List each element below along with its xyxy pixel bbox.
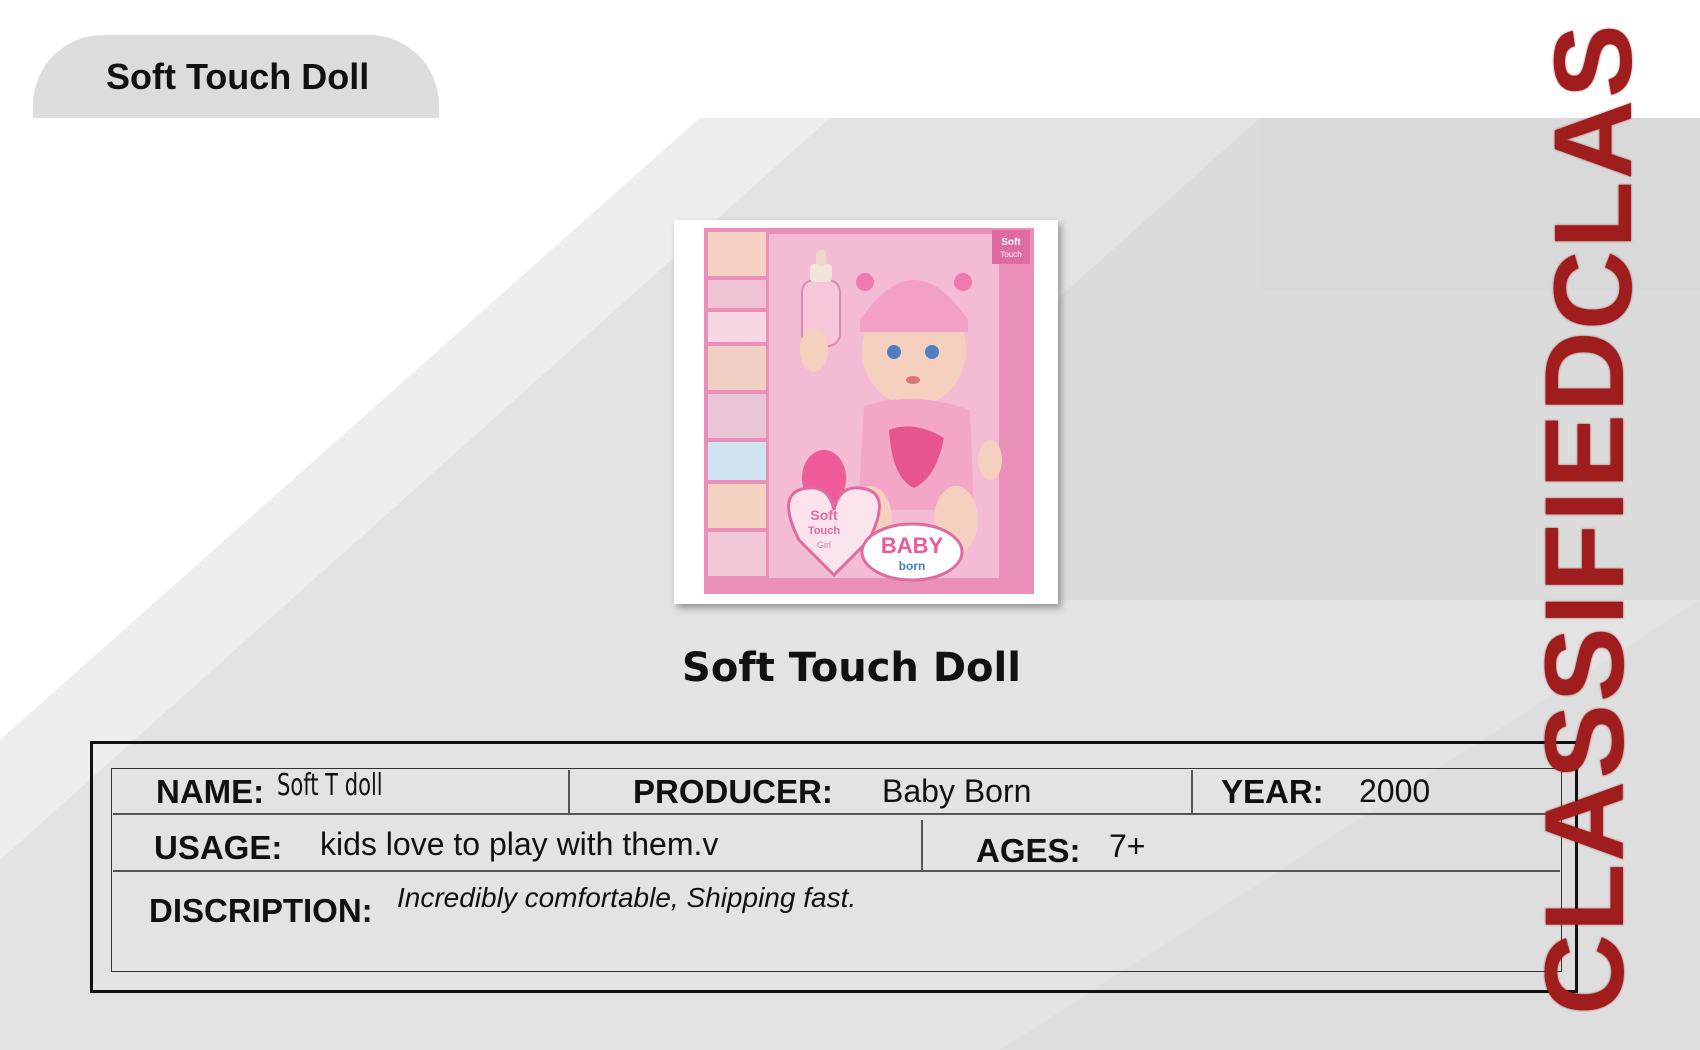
heart-badge-line1: Soft xyxy=(810,507,838,523)
col-divider-producer-year xyxy=(1191,770,1193,813)
col-divider-usage-ages xyxy=(921,820,923,870)
producer-value: Baby Born xyxy=(882,773,1032,809)
logo-line1: BABY xyxy=(881,533,944,558)
ages-value: 7+ xyxy=(1109,828,1146,864)
row-divider-1 xyxy=(113,813,1560,815)
logo-line2: born xyxy=(899,559,926,573)
usage-label: USAGE: xyxy=(154,829,283,866)
ages-label: AGES: xyxy=(976,832,1081,869)
baby-born-logo: BABY born xyxy=(860,522,964,582)
heart-badge-line3: Girl xyxy=(817,540,831,550)
corner-badge-line1: Soft xyxy=(1001,237,1021,248)
name-label: NAME: xyxy=(156,773,265,810)
side-photo-strip xyxy=(708,232,766,576)
corner-badge-line2: Touch xyxy=(1000,250,1021,259)
producer-label: PRODUCER: xyxy=(633,773,833,810)
header-tab-title: Soft Touch Doll xyxy=(106,56,370,97)
product-caption: Soft Touch Doll xyxy=(682,645,1021,691)
classified-stamp: CLASSIFIED xyxy=(1522,329,1647,1015)
product-image: Soft Touch Soft Touch Girl BABY born xyxy=(674,220,1058,604)
col-divider-name-producer xyxy=(568,770,570,813)
row-divider-2 xyxy=(113,870,1560,872)
doll-box-illustration: Soft Touch Soft Touch Girl BABY born xyxy=(704,228,1034,594)
name-value: Soft T doll xyxy=(277,768,383,803)
heart-badge-line2: Touch xyxy=(808,525,840,537)
usage-value: kids love to play with them.v xyxy=(320,826,719,862)
year-label: YEAR: xyxy=(1221,773,1324,810)
description-label: DISCRIPTION: xyxy=(149,892,373,929)
classified-stamp-partial: CLAS xyxy=(1532,22,1655,330)
description-value: Incredibly comfortable, Shipping fast. xyxy=(397,882,857,913)
year-value: 2000 xyxy=(1359,773,1431,809)
